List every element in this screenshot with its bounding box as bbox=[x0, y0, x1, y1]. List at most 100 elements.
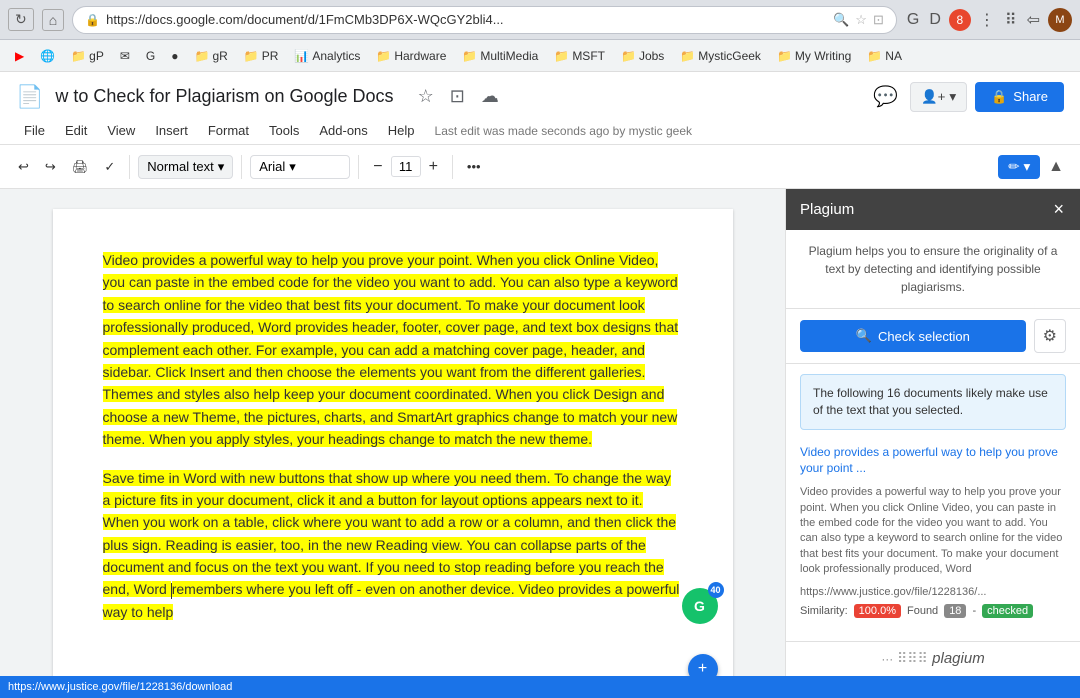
sidebar-scroll-area[interactable]: Plagium helps you to ensure the original… bbox=[786, 230, 1080, 641]
folder-icon-pr: 📁 bbox=[244, 49, 259, 63]
menu-addons[interactable]: Add-ons bbox=[311, 119, 375, 142]
chevron-down-icon: ▾ bbox=[949, 89, 956, 105]
print-button[interactable]: 🖨 bbox=[66, 155, 95, 179]
bookmark-na[interactable]: 📁 NA bbox=[860, 46, 909, 66]
move-doc-button[interactable]: ⊡ bbox=[446, 82, 469, 111]
font-label: Arial bbox=[259, 159, 285, 174]
doc-paragraph-1: Video provides a powerful way to help yo… bbox=[103, 249, 683, 451]
font-selector[interactable]: Arial ▾ bbox=[250, 155, 350, 179]
style-selector[interactable]: Normal text ▾ bbox=[138, 155, 233, 179]
sidebar-close-button[interactable]: × bbox=[1051, 199, 1066, 220]
mail-icon: ✉ bbox=[120, 49, 130, 63]
share-button[interactable]: 🔒 Share bbox=[975, 82, 1064, 112]
analytics-icon: 📊 bbox=[294, 49, 309, 63]
menu-insert[interactable]: Insert bbox=[147, 119, 196, 142]
similarity-row: Similarity: 100.0% Found 18 - checked bbox=[786, 600, 1080, 626]
youtube-icon: ▶ bbox=[15, 49, 24, 63]
search-icon: 🔍 bbox=[833, 12, 849, 28]
result-document-link[interactable]: Video provides a powerful way to help yo… bbox=[786, 440, 1080, 482]
pencil-icon: ✏ bbox=[1008, 159, 1019, 175]
result-url: https://www.justice.gov/file/1228136/... bbox=[786, 584, 1080, 600]
bookmark-multimedia[interactable]: 📁 MultiMedia bbox=[455, 46, 545, 66]
notifications-button[interactable]: 8 bbox=[949, 9, 971, 31]
lock-share-icon: 🔒 bbox=[991, 89, 1007, 105]
bookmarks-bar: ▶ 🌐 📁 gP ✉ G ● 📁 gR 📁 PR 📊 Analytics 📁 H… bbox=[0, 40, 1080, 72]
font-size-display[interactable]: 11 bbox=[391, 156, 421, 177]
settings-button[interactable]: ⚙ bbox=[1034, 319, 1066, 353]
folder-icon-mg: 📁 bbox=[680, 49, 695, 63]
bookmark-jobs-label: Jobs bbox=[639, 49, 664, 63]
menu-edit[interactable]: Edit bbox=[57, 119, 95, 142]
address-bar[interactable]: 🔒 https://docs.google.com/document/d/1Fm… bbox=[72, 6, 897, 34]
folder-icon-hw: 📁 bbox=[376, 49, 391, 63]
extensions-grid-button[interactable]: ⠿ bbox=[1003, 8, 1019, 32]
bookmark-doc-button[interactable]: ☆ bbox=[414, 82, 438, 111]
menu-tools[interactable]: Tools bbox=[261, 119, 307, 142]
menu-file[interactable]: File bbox=[16, 119, 53, 142]
style-chevron-icon: ▾ bbox=[218, 159, 225, 175]
bookmark-gr[interactable]: 📁 gR bbox=[187, 46, 234, 66]
circle-icon: ● bbox=[171, 49, 178, 63]
add-collaborator-button[interactable]: 👤+ ▾ bbox=[910, 82, 967, 112]
checked-separator: - bbox=[972, 605, 976, 617]
toolbar-sep3 bbox=[358, 155, 359, 179]
sidebar-description: Plagium helps you to ensure the original… bbox=[786, 230, 1080, 309]
doc-title: w to Check for Plagiarism on Google Docs bbox=[55, 86, 405, 107]
reload-button[interactable]: ↻ bbox=[8, 8, 34, 31]
bookmark-gr-label: gR bbox=[212, 49, 227, 63]
bookmark-star-icon: ☆ bbox=[855, 12, 867, 28]
style-label: Normal text bbox=[147, 159, 213, 174]
sidebar-title: Plagium bbox=[800, 201, 854, 218]
bookmark-pr[interactable]: 📁 PR bbox=[237, 46, 286, 66]
bookmark-youtube[interactable]: ▶ bbox=[8, 46, 31, 66]
menu-help[interactable]: Help bbox=[380, 119, 423, 142]
floating-action-button[interactable]: + bbox=[688, 654, 718, 676]
google-icon: G bbox=[146, 49, 155, 63]
format-color-button[interactable]: ✏ ▾ bbox=[998, 155, 1040, 179]
bookmark-mysticgeek-label: MysticGeek bbox=[698, 49, 761, 63]
chat-button[interactable]: 💬 bbox=[869, 80, 902, 113]
bookmark-mysticgeek[interactable]: 📁 MysticGeek bbox=[673, 46, 768, 66]
sidebar-header: Plagium × bbox=[786, 189, 1080, 230]
bookmark-mywriting-label: My Writing bbox=[795, 49, 851, 63]
bookmark-google[interactable]: G bbox=[139, 46, 162, 66]
bookmark-gp[interactable]: 📁 gP bbox=[64, 46, 111, 66]
doc-area[interactable]: Video provides a powerful way to help yo… bbox=[0, 189, 785, 676]
grammarly-badge[interactable]: G 40 bbox=[682, 588, 718, 624]
extensions-button[interactable]: G bbox=[905, 9, 921, 31]
undo-button[interactable]: ↩ bbox=[12, 155, 35, 179]
font-size-decrease-button[interactable]: − bbox=[367, 156, 388, 178]
bookmark-analytics[interactable]: 📊 Analytics bbox=[287, 46, 367, 66]
menu-format[interactable]: Format bbox=[200, 119, 257, 142]
bookmark-jobs[interactable]: 📁 Jobs bbox=[614, 46, 671, 66]
bookmark-mywriting[interactable]: 📁 My Writing bbox=[770, 46, 858, 66]
bookmark-msft[interactable]: 📁 MSFT bbox=[547, 46, 612, 66]
toolbar-sep1 bbox=[129, 155, 130, 179]
bookmark-unknown1[interactable]: 🌐 bbox=[33, 46, 62, 66]
doc-header: 📄 w to Check for Plagiarism on Google Do… bbox=[0, 72, 1080, 145]
spellcheck-button[interactable]: ✓ bbox=[98, 155, 121, 179]
more-menu-button[interactable]: ⋮ bbox=[977, 8, 997, 32]
profile-button[interactable]: D bbox=[927, 9, 943, 31]
similarity-badge: 100.0% bbox=[854, 604, 901, 618]
last-edit-status: Last edit was made seconds ago by mystic… bbox=[435, 124, 692, 138]
browser-actions: G D 8 ⋮ ⠿ ⇦ M bbox=[905, 8, 1072, 32]
menu-bar: File Edit View Insert Format Tools Add-o… bbox=[16, 117, 1064, 144]
cloud-status-button[interactable]: ☁ bbox=[477, 82, 503, 111]
home-button[interactable]: ⌂ bbox=[42, 9, 64, 31]
bookmark-hardware[interactable]: 📁 Hardware bbox=[369, 46, 453, 66]
redo-button[interactable]: ↪ bbox=[39, 155, 62, 179]
font-size-increase-button[interactable]: + bbox=[423, 156, 444, 178]
send-button[interactable]: ⇦ bbox=[1025, 8, 1042, 32]
bookmark-circle[interactable]: ● bbox=[164, 46, 185, 66]
doc-title-row: 📄 w to Check for Plagiarism on Google Do… bbox=[16, 76, 1064, 117]
doc-page: Video provides a powerful way to help yo… bbox=[53, 209, 733, 676]
collapse-toolbar-button[interactable]: ▲ bbox=[1044, 154, 1068, 180]
bookmark-mail[interactable]: ✉ bbox=[113, 46, 137, 66]
folder-icon-gr: 📁 bbox=[194, 49, 209, 63]
check-selection-button[interactable]: 🔍 Check selection bbox=[800, 320, 1026, 352]
more-formatting-button[interactable]: ••• bbox=[461, 155, 487, 178]
bookmark-pr-label: PR bbox=[262, 49, 279, 63]
menu-view[interactable]: View bbox=[99, 119, 143, 142]
user-avatar[interactable]: M bbox=[1048, 8, 1072, 32]
